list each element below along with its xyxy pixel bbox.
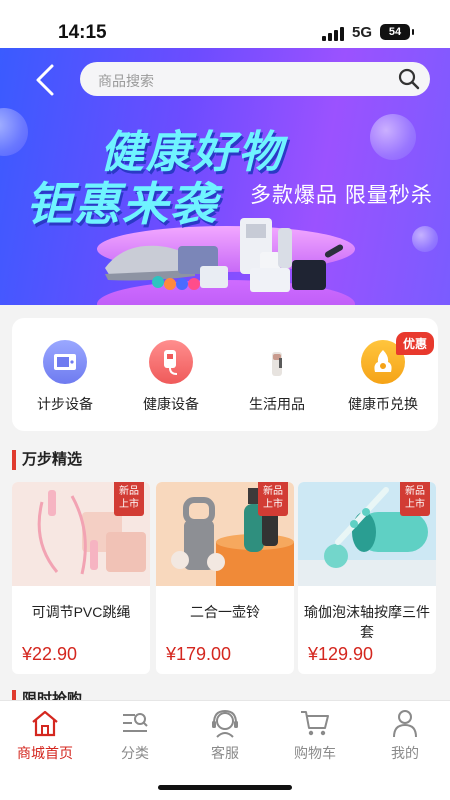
category-label: 健康设备 [143,396,199,412]
category-pedometer[interactable]: 计步设备 [12,318,118,431]
tab-label: 客服 [211,745,239,761]
search-placeholder: 商品搜索 [98,73,154,89]
category-health-device[interactable]: 健康设备 [118,318,224,431]
status-time: 14:15 [58,22,107,43]
home-icon [32,710,58,737]
tab-label: 商城首页 [17,745,73,761]
product-card[interactable]: 新品 上市 二合一壶铃 ¥179.00 [156,482,294,674]
product-name: 可调节PVC跳绳 [31,604,131,620]
product-price: ¥22.90 [22,644,78,664]
tab-cart[interactable]: 购物车 [270,705,360,765]
product-name: 二合一壶铃 [190,604,260,620]
category-label: 计步设备 [37,396,93,412]
product-name: 瑜伽泡沫轴按摩三件套 [304,604,430,640]
product-card[interactable]: 新品 上市 可调节PVC跳绳 ¥22.90 [12,482,150,674]
section-title: 万步精选 [12,450,82,470]
decor-bubble [0,108,28,156]
product-price: ¥129.90 [308,644,374,664]
network-label: 5G [352,24,373,41]
search-input[interactable]: 商品搜索 [80,62,430,96]
category-panel: 计步设备 健康设备 生活用品 健康币兑换 [12,318,438,431]
home-indicator [158,785,292,790]
new-arrival-tag: 新品 上市 [400,482,430,516]
tab-label: 我的 [391,745,419,761]
category-label: 健康币兑换 [348,396,418,412]
category-icon [123,713,148,732]
battery-icon: 54 [380,24,414,40]
user-icon [393,710,417,738]
decor-bubble [370,114,416,160]
tab-mine[interactable]: 我的 [360,705,450,765]
signal-icon [322,27,344,41]
tab-category[interactable]: 分类 [90,705,180,765]
cart-icon [301,711,329,736]
pedometer-icon [43,340,87,384]
daily-goods-icon [255,340,299,384]
back-icon[interactable] [30,62,62,98]
promo-badge: 优惠 [396,332,435,355]
health-device-icon [149,340,193,384]
tab-label: 分类 [121,745,149,761]
banner-subtitle: 多款爆品 限量秒杀 [250,184,433,207]
decor-bubble [412,226,438,252]
search-icon[interactable] [398,68,420,90]
new-arrival-tag: 新品 上市 [258,482,288,516]
new-arrival-tag: 新品 上市 [114,482,144,516]
status-bar: 14:15 5G 54 [0,0,450,48]
tab-home[interactable]: 商城首页 [0,705,90,765]
product-price: ¥179.00 [166,644,232,664]
category-daily-goods[interactable]: 生活用品 [224,318,330,431]
customer-service-icon [212,709,238,738]
product-card[interactable]: 新品 上市 瑜伽泡沫轴按摩三件套 ¥129.90 [298,482,436,674]
tab-label: 购物车 [294,745,336,761]
category-label: 生活用品 [249,396,305,412]
banner-products-image [105,218,344,292]
tab-customer-service[interactable]: 客服 [180,705,270,765]
